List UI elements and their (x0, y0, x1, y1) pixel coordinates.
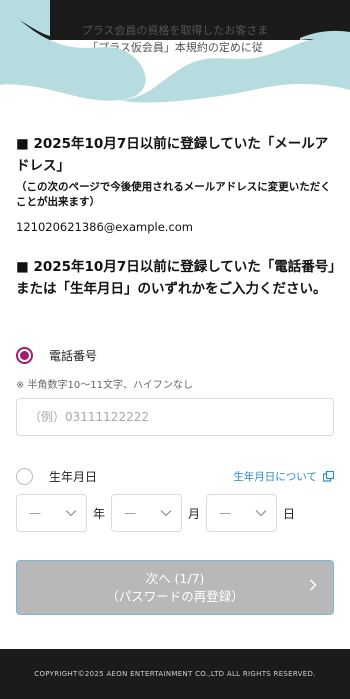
email-section-title: ■ 2025年10月7日以前に登録していた「メールアドレス」 (16, 136, 329, 174)
footer: COPYRIGHT©2025 AEON ENTERTAINMENT CO.,LT… (0, 649, 350, 699)
day-unit: 日 (282, 506, 295, 521)
copyright-text: COPYRIGHT©2025 AEON ENTERTAINMENT CO.,LT… (34, 670, 316, 678)
year-select[interactable]: — (16, 494, 87, 532)
day-select-value: — (219, 506, 231, 520)
birthdate-radio-label: 生年月日 (49, 470, 98, 484)
birthdate-info-link[interactable]: 生年月日について (233, 469, 334, 484)
phone-input[interactable] (16, 398, 334, 436)
birthdate-selects: — 年 — 月 — 日 (16, 494, 301, 532)
next-button-line-1: 次へ (1/7) (145, 570, 205, 586)
email-section-note: （この次のページで今後使用されるメールアドレスに変更いただくことが出来ます） (16, 181, 331, 208)
header-wave (0, 0, 350, 103)
year-unit: 年 (92, 506, 105, 521)
birthdate-radio[interactable] (16, 468, 33, 485)
birthdate-option[interactable]: 生年月日 (16, 468, 97, 485)
chevron-right-icon (309, 579, 317, 591)
next-button[interactable]: 次へ (1/7) （パスワードの再登録） (16, 560, 334, 615)
birthdate-info-link-label: 生年月日について (233, 471, 317, 483)
phone-hint: ※ 半角数字10〜11文字、ハイフンなし (16, 380, 194, 391)
chevron-down-icon (255, 510, 267, 517)
month-select[interactable]: — (111, 494, 182, 532)
identity-section: ■ 2025年10月7日以前に登録していた「電話番号」または「生年月日」のいずれ… (16, 256, 336, 300)
phone-radio[interactable] (16, 347, 33, 364)
month-unit: 月 (187, 506, 200, 521)
year-select-value: — (29, 506, 41, 520)
page: プラス会員の資格を取得したお客さま 「プラス仮会員」本規約の定めに従 ■ 202… (0, 0, 350, 699)
email-section: ■ 2025年10月7日以前に登録していた「メールアドレス」 （この次のページで… (16, 133, 336, 235)
identity-section-title: ■ 2025年10月7日以前に登録していた「電話番号」または「生年月日」のいずれ… (16, 259, 336, 297)
chevron-down-icon (160, 510, 172, 517)
chevron-down-icon (65, 510, 77, 517)
phone-option[interactable]: 電話番号 (16, 347, 97, 364)
external-link-icon (323, 471, 334, 482)
registered-email-value: 121020621386@example.com (16, 220, 194, 234)
phone-radio-label: 電話番号 (49, 349, 98, 363)
next-button-line-2: （パスワードの再登録） (106, 588, 244, 604)
month-select-value: — (124, 506, 136, 520)
day-select[interactable]: — (206, 494, 277, 532)
